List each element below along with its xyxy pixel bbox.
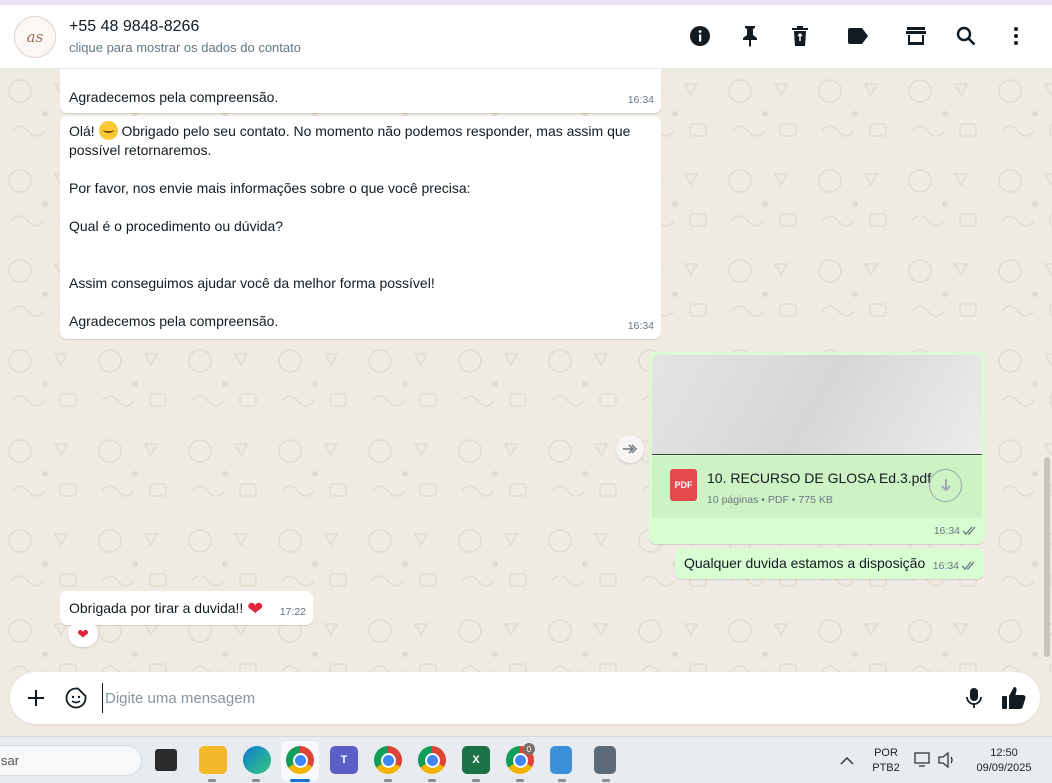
chat-scrollbar[interactable]	[1044, 457, 1050, 657]
app-running-indicator	[602, 779, 610, 782]
app-active-indicator	[290, 779, 310, 782]
message-time: 17:22	[279, 606, 306, 618]
document-name: 10. RECURSO DE GLOSA Ed.3.pdf	[707, 470, 932, 486]
chrome-profile-icon[interactable]	[374, 746, 402, 774]
app-running-indicator	[472, 779, 480, 782]
message-time: 16:34	[934, 521, 978, 541]
keyboard-layout: PTB2	[872, 762, 900, 774]
chat-header[interactable]: as +55 48 9848-8266 clique para mostrar …	[0, 5, 1052, 69]
trash-icon[interactable]	[785, 21, 815, 51]
message-outgoing-document[interactable]: PDF 10. RECURSO DE GLOSA Ed.3.pdf 10 pág…	[649, 352, 985, 544]
volume-icon[interactable]	[938, 751, 956, 773]
message-text: Obrigada por tirar a duvida!! ❤	[69, 599, 264, 620]
info-icon[interactable]	[685, 21, 715, 51]
document-preview[interactable]	[652, 355, 982, 455]
message-outgoing[interactable]: Qualquer duvida estamos a disposição 16:…	[675, 548, 984, 579]
read-check-icon	[961, 561, 975, 570]
message-time: 16:34	[933, 556, 977, 576]
system-clock[interactable]: 12:50 09/09/2025	[966, 747, 1042, 774]
app-running-indicator	[558, 779, 566, 782]
app-running-indicator	[428, 779, 436, 782]
app-running-indicator	[384, 779, 392, 782]
edge-icon[interactable]	[243, 746, 271, 774]
excel-icon[interactable]: X	[462, 746, 490, 774]
message-text: Qualquer duvida estamos a disposição	[684, 555, 926, 571]
message-time: 16:34	[627, 320, 654, 332]
app-running-indicator	[516, 779, 524, 782]
contact-name[interactable]: +55 48 9848-8266	[69, 18, 199, 36]
message-text: Olá! Obrigado pelo seu contato. No momen…	[69, 121, 631, 329]
file-explorer-icon[interactable]	[199, 746, 227, 774]
document-meta: 10 páginas • PDF • 775 KB	[707, 494, 833, 506]
microphone-icon[interactable]	[960, 684, 988, 712]
contact-subtitle[interactable]: clique para mostrar os dados do contato	[69, 40, 301, 55]
chrome-icon[interactable]	[286, 746, 314, 774]
store-icon[interactable]	[901, 21, 931, 51]
app-running-indicator	[252, 779, 260, 782]
attach-plus-icon[interactable]	[22, 684, 50, 712]
download-icon[interactable]	[929, 469, 962, 502]
label-icon[interactable]	[843, 21, 873, 51]
notification-badge: 0	[523, 743, 535, 755]
composer-area	[0, 672, 1052, 732]
clock-time: 12:50	[990, 747, 1018, 759]
message-list[interactable]: Agradecemos pela compreensão. 16:34 Olá!…	[0, 69, 1052, 672]
app-running-indicator	[208, 779, 216, 782]
pin-icon[interactable]	[735, 21, 765, 51]
smile-emoji-icon	[98, 121, 118, 140]
message-reaction[interactable]: ❤	[68, 621, 98, 647]
calculator-icon[interactable]	[594, 746, 616, 774]
contact-avatar[interactable]: as	[14, 16, 56, 58]
clock-date: 09/09/2025	[976, 762, 1032, 774]
message-incoming[interactable]: Agradecemos pela compreensão. 16:34	[60, 69, 661, 113]
tray-chevron-up-icon[interactable]	[840, 753, 854, 771]
forward-icon[interactable]	[616, 435, 644, 463]
message-incoming[interactable]: Obrigada por tirar a duvida!! ❤ 17:22	[60, 591, 313, 625]
network-icon[interactable]	[914, 752, 932, 773]
message-incoming[interactable]: Olá! Obrigado pelo seu contato. No momen…	[60, 116, 661, 339]
avatar-initials: as	[26, 28, 44, 46]
message-input[interactable]	[102, 683, 942, 713]
language-indicator[interactable]: POR PTB2	[868, 747, 904, 774]
document-info[interactable]: PDF 10. RECURSO DE GLOSA Ed.3.pdf 10 pág…	[652, 456, 982, 518]
thumbs-up-icon[interactable]	[1000, 684, 1028, 712]
message-text: Agradecemos pela compreensão.	[69, 89, 279, 105]
language-code: POR	[874, 747, 898, 759]
taskbar-search[interactable]: sar	[0, 745, 142, 776]
sticker-icon[interactable]	[62, 684, 90, 712]
os-taskbar: sar T X 0 POR PTB2 12:50 09/09/2025	[0, 736, 1052, 783]
task-view-icon[interactable]	[155, 749, 177, 771]
read-check-icon	[962, 526, 976, 535]
search-icon[interactable]	[951, 21, 981, 51]
pdf-file-icon: PDF	[670, 469, 697, 501]
composer[interactable]	[10, 672, 1040, 724]
message-time: 16:34	[627, 94, 654, 106]
heart-emoji: ❤	[247, 599, 264, 620]
menu-icon[interactable]	[1001, 21, 1031, 51]
notepad-icon[interactable]	[550, 746, 572, 774]
chrome-profile-icon[interactable]	[418, 746, 446, 774]
teams-icon[interactable]: T	[330, 746, 358, 774]
taskbar-search-text: sar	[1, 753, 20, 768]
